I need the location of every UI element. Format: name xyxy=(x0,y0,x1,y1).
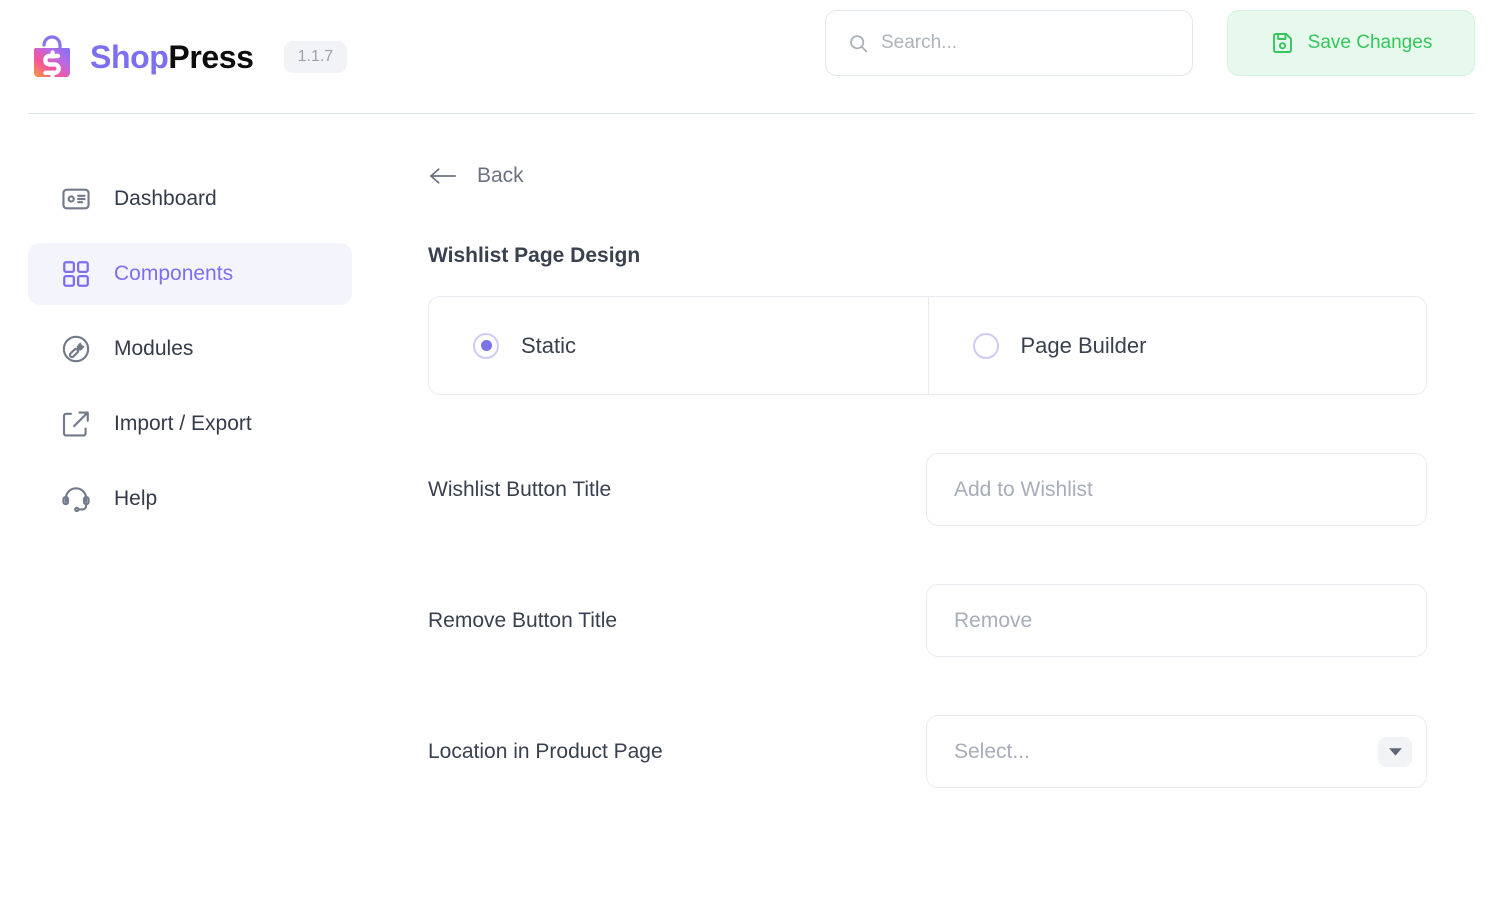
sidebar-item-help[interactable]: Help xyxy=(28,468,352,530)
field-label: Remove Button Title xyxy=(428,608,618,632)
save-floppy-icon xyxy=(1272,33,1292,53)
search-icon xyxy=(850,34,868,52)
field-label: Wishlist Button Title xyxy=(428,477,612,501)
radio-option-label: Page Builder xyxy=(1020,332,1147,358)
shoppress-bag-logo-icon xyxy=(34,35,70,79)
back-label: Back xyxy=(477,164,524,187)
grid-squares-icon xyxy=(63,261,89,287)
main-content: Back Wishlist Page Design Static Page Bu… xyxy=(352,164,1503,788)
version-badge: 1.1.7 xyxy=(283,41,348,73)
field-remove-button-title: Remove Button Title xyxy=(428,584,1427,657)
search-box[interactable] xyxy=(825,10,1193,76)
brand-logo[interactable]: ShopPress 1.1.7 xyxy=(28,33,348,81)
header-actions: Save Changes xyxy=(825,10,1475,76)
sidebar-item-modules[interactable]: Modules xyxy=(28,318,352,380)
headset-icon xyxy=(62,487,90,513)
sidebar-item-label: Modules xyxy=(114,337,194,360)
header-divider xyxy=(28,113,1475,114)
sidebar-item-label: Components xyxy=(114,262,234,285)
radio-indicator-unselected xyxy=(972,332,999,359)
sidebar-item-label: Help xyxy=(114,487,158,510)
sidebar-item-label: Dashboard xyxy=(114,187,217,210)
sidebar-item-import-export[interactable]: Import / Export xyxy=(28,393,352,455)
location-in-product-page-select[interactable]: Select... xyxy=(926,715,1427,788)
wishlist-button-title-input[interactable] xyxy=(926,453,1427,526)
field-control xyxy=(926,453,1427,526)
design-mode-radio-group: Static Page Builder xyxy=(428,296,1427,395)
radio-option-label: Static xyxy=(521,332,577,358)
page-title: Wishlist Page Design xyxy=(428,244,641,267)
page-body: Dashboard Components Modules Import / Ex… xyxy=(0,114,1503,788)
sidebar-item-label: Import / Export xyxy=(114,412,252,435)
field-wishlist-button-title: Wishlist Button Title xyxy=(428,453,1427,526)
chevron-down-icon[interactable] xyxy=(1378,736,1412,767)
back-button[interactable]: Back xyxy=(428,164,524,188)
radio-option-static[interactable]: Static xyxy=(429,297,928,394)
search-input[interactable] xyxy=(881,32,1170,54)
arrow-left-icon xyxy=(430,168,456,184)
remove-button-title-input[interactable] xyxy=(926,584,1427,657)
field-location-in-product-page: Location in Product Page Select... xyxy=(428,715,1427,788)
wrench-circle-icon xyxy=(62,335,90,363)
brand-wordmark: ShopPress xyxy=(90,41,254,73)
brand-name-press: Press xyxy=(168,39,254,75)
save-changes-label: Save Changes xyxy=(1307,32,1433,53)
field-control xyxy=(926,584,1427,657)
sidebar-nav: Dashboard Components Modules Import / Ex… xyxy=(0,168,352,788)
select-value: Select... xyxy=(954,739,1030,763)
radio-option-page-builder[interactable]: Page Builder xyxy=(927,297,1427,394)
save-changes-button[interactable]: Save Changes xyxy=(1227,10,1475,76)
sidebar-item-dashboard[interactable]: Dashboard xyxy=(28,168,352,230)
id-card-icon xyxy=(62,188,90,210)
brand-name-shop: Shop xyxy=(90,39,169,75)
radio-indicator-selected xyxy=(473,332,499,359)
field-label: Location in Product Page xyxy=(428,739,663,763)
share-box-icon xyxy=(62,411,89,437)
app-header: ShopPress 1.1.7 Save Changes xyxy=(0,0,1503,114)
field-control: Select... xyxy=(926,715,1427,788)
sidebar-item-components[interactable]: Components xyxy=(28,243,352,305)
